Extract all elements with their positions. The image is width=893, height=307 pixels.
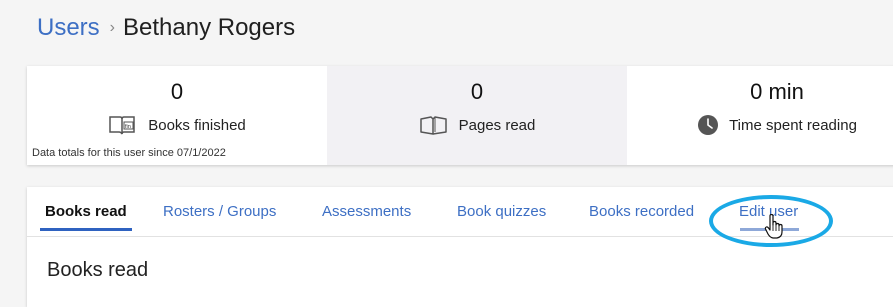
time-spent-value: 0 min xyxy=(750,79,804,104)
stat-time-spent: 0 min Time spent reading xyxy=(627,66,893,165)
stat-pages-read: 0 Pages read xyxy=(327,66,627,165)
tab-rosters-groups[interactable]: Rosters / Groups xyxy=(163,203,276,220)
pages-read-value: 0 xyxy=(470,79,484,104)
breadcrumb: Users › Bethany Rogers xyxy=(37,14,295,42)
tab-bar: Books read Rosters / Groups Assessments … xyxy=(27,187,893,247)
books-finished-value: 0 xyxy=(170,79,184,104)
tab-assessments[interactable]: Assessments xyxy=(322,203,411,220)
open-book-icon xyxy=(419,114,449,136)
clock-icon xyxy=(697,114,719,136)
hover-tab-indicator xyxy=(740,228,799,231)
section-title: Books read xyxy=(47,259,149,281)
pages-read-label: Pages read xyxy=(458,116,536,134)
stats-card: 0 fin Books finished Data totals for thi… xyxy=(27,66,893,165)
stat-books-finished: 0 fin Books finished Data totals for thi… xyxy=(27,66,327,165)
time-spent-label: Time spent reading xyxy=(729,116,857,134)
active-tab-indicator xyxy=(40,228,132,231)
book-icon: fin xyxy=(108,114,138,136)
svg-text:fin: fin xyxy=(125,124,131,130)
tab-books-recorded[interactable]: Books recorded xyxy=(589,203,694,220)
tab-edit-user[interactable]: Edit user xyxy=(739,203,798,220)
chevron-right-icon: › xyxy=(109,19,115,36)
data-totals-note: Data totals for this user since 07/1/202… xyxy=(32,147,226,159)
tab-books-read[interactable]: Books read xyxy=(45,203,127,220)
page-title: Bethany Rogers xyxy=(123,14,296,41)
tab-book-quizzes[interactable]: Book quizzes xyxy=(457,203,546,220)
breadcrumb-users-link[interactable]: Users xyxy=(37,14,100,42)
books-finished-label: Books finished xyxy=(148,116,246,134)
user-detail-panel: Books read Rosters / Groups Assessments … xyxy=(27,187,893,307)
